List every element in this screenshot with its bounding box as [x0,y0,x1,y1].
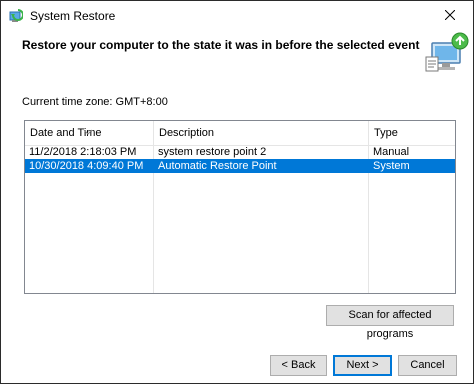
page-heading: Restore your computer to the state it wa… [22,38,420,52]
cell-date: 10/30/2018 4:09:40 PM [29,160,144,172]
header-band: Restore your computer to the state it wa… [1,31,473,79]
restore-graphic-icon [424,31,470,75]
next-button[interactable]: Next > [333,355,392,376]
system-restore-icon [9,9,24,23]
close-button[interactable] [427,1,473,31]
restore-points-list[interactable]: Date and Time Description Type 11/2/2018… [24,120,456,294]
cell-date: 11/2/2018 2:18:03 PM [29,146,137,158]
cancel-button[interactable]: Cancel [398,355,457,376]
system-restore-window: System Restore Restore your computer to … [0,0,474,384]
list-header: Date and Time Description Type [25,121,455,146]
title-bar[interactable]: System Restore [1,1,473,31]
cell-description: Automatic Restore Point [158,160,277,172]
sort-arrow-icon [83,121,93,135]
column-label-type: Type [374,127,398,139]
back-button[interactable]: < Back [270,355,327,376]
column-header-date[interactable]: Date and Time [25,121,154,145]
close-icon [444,9,456,23]
column-header-type[interactable]: Type [369,121,455,145]
cell-type: System [373,160,410,172]
column-label-description: Description [159,127,215,139]
window-title: System Restore [30,9,116,23]
scan-affected-programs-button[interactable]: Scan for affected programs [326,305,454,340]
cell-type: Manual [373,146,410,158]
cell-description: system restore point 2 [158,146,267,158]
column-header-description[interactable]: Description [154,121,369,145]
timezone-label: Current time zone: GMT+8:00 [22,96,168,108]
table-row[interactable]: 11/2/2018 2:18:03 PM system restore poin… [25,145,455,159]
table-row-selected[interactable]: 10/30/2018 4:09:40 PM Automatic Restore … [25,159,455,173]
